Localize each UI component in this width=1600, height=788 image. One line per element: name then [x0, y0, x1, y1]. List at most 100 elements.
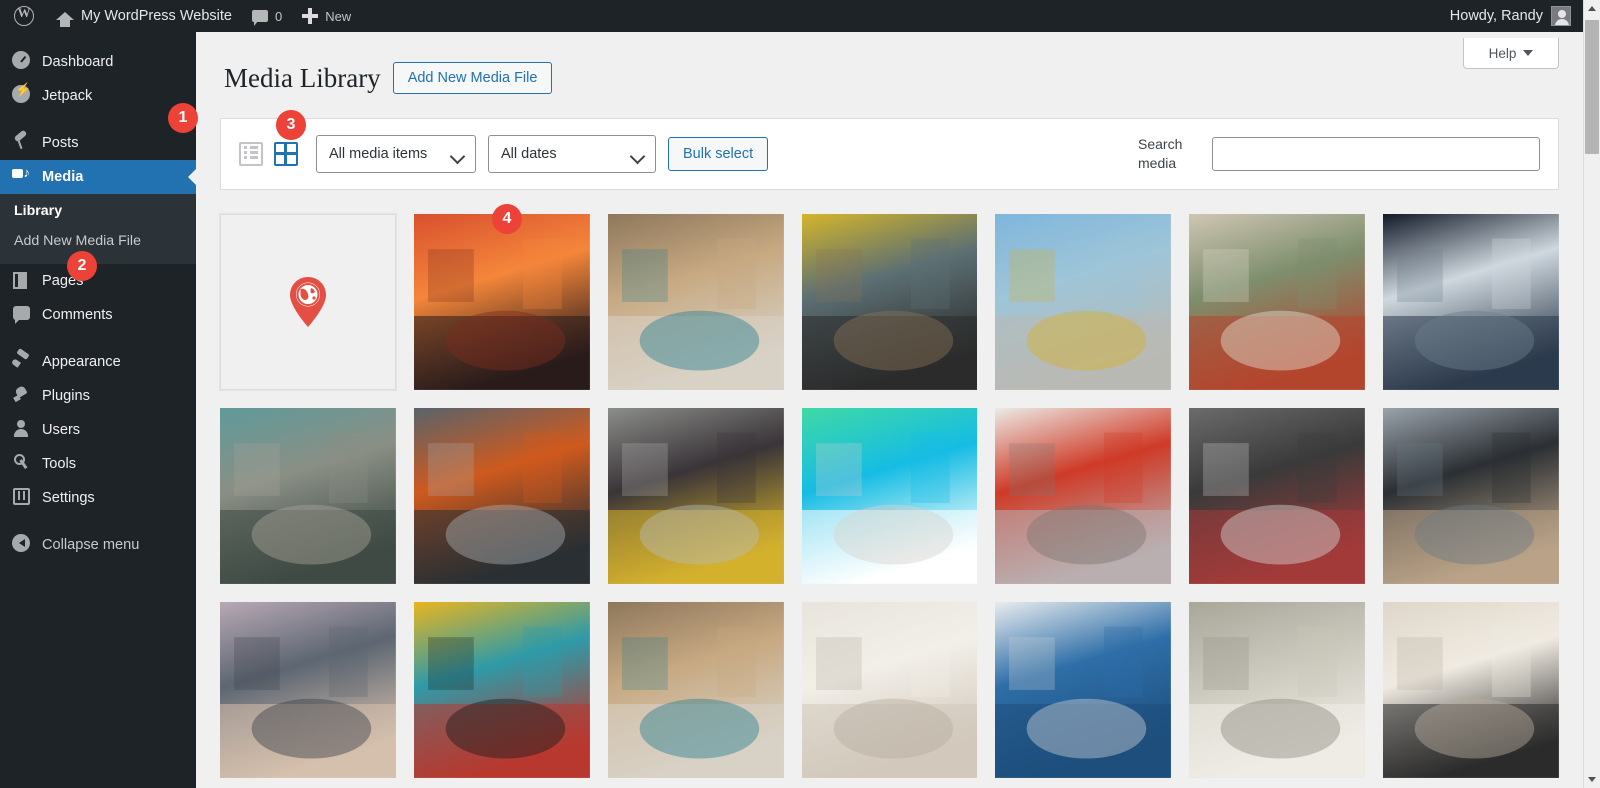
map-pin-globe-icon	[289, 276, 326, 327]
grid-view-icon[interactable]	[274, 142, 298, 166]
media-toolbar: All media items All dates Bulk select Se…	[220, 118, 1559, 190]
site-name-menu[interactable]: My WordPress Website	[46, 0, 242, 32]
sidebar-item-tools[interactable]: Tools	[0, 447, 196, 481]
page-title: Media Library	[224, 62, 381, 93]
media-submenu: Library Add New Media File	[0, 194, 196, 264]
new-content-menu[interactable]: New	[292, 0, 361, 32]
media-thumbnail	[1383, 407, 1559, 584]
bulk-select-button[interactable]: Bulk select	[668, 137, 769, 171]
menu-separator-3	[0, 515, 196, 528]
media-item-15[interactable]	[220, 601, 396, 778]
sidebar-item-dashboard[interactable]: Dashboard	[0, 45, 196, 79]
sidebar-item-label: Tools	[42, 456, 77, 472]
media-item-4[interactable]	[801, 214, 978, 390]
sidebar-item-users[interactable]: Users	[0, 413, 196, 447]
add-new-media-file-button[interactable]: Add New Media File	[392, 62, 553, 94]
page-scrollbar[interactable]	[1583, 0, 1600, 788]
menu-separator-1	[0, 113, 196, 126]
sidebar-item-jetpack[interactable]: Jetpack	[0, 79, 196, 113]
submenu-item-add-new-media-file[interactable]: Add New Media File	[0, 226, 196, 256]
media-item-6[interactable]	[1189, 214, 1366, 390]
media-thumbnail	[801, 601, 978, 778]
sidebar-item-label: Users	[42, 422, 81, 438]
media-thumbnail	[220, 407, 396, 584]
media-item-1[interactable]	[220, 214, 396, 390]
media-item-11[interactable]	[801, 407, 978, 584]
media-thumbnail	[1383, 214, 1559, 390]
media-item-18[interactable]	[801, 601, 978, 778]
help-tab-button[interactable]: Help	[1463, 38, 1559, 69]
home-icon	[56, 12, 74, 27]
scroll-down-arrow-icon[interactable]	[1584, 771, 1600, 788]
search-media-input[interactable]	[1212, 137, 1540, 171]
media-thumbnail	[607, 601, 784, 778]
sidebar-item-label: Settings	[42, 490, 95, 506]
media-thumbnail	[995, 601, 1172, 778]
media-thumbnail	[413, 214, 590, 390]
user-icon	[12, 419, 30, 437]
submenu-item-label: Library	[14, 203, 63, 219]
admin-bar: My WordPress Website 0 New Howdy, Randy	[0, 0, 1583, 32]
media-thumbnail	[1189, 407, 1366, 584]
sidebar-item-comments[interactable]: Comments	[0, 298, 196, 332]
media-item-12[interactable]	[995, 407, 1172, 584]
media-item-2[interactable]	[413, 214, 590, 390]
menu-separator-2	[0, 332, 196, 345]
chevron-down-icon	[1523, 50, 1534, 56]
media-thumbnail	[995, 214, 1172, 390]
plug-icon	[12, 385, 30, 403]
media-grid	[196, 190, 1583, 778]
media-item-3[interactable]	[607, 214, 784, 390]
media-item-7[interactable]	[1383, 214, 1559, 390]
media-item-20[interactable]	[1189, 601, 1366, 778]
dashboard-icon	[12, 51, 30, 69]
admin-sidebar-menu: Dashboard Jetpack Posts Media Library Ad…	[0, 32, 196, 788]
date-filter-wrap: All dates	[488, 135, 656, 173]
media-item-8[interactable]	[220, 407, 396, 584]
media-thumbnail	[801, 407, 978, 584]
jetpack-icon	[12, 82, 31, 103]
date-filter-select[interactable]: All dates	[488, 135, 656, 173]
sidebar-item-appearance[interactable]: Appearance	[0, 345, 196, 379]
sidebar-item-label: Pages	[42, 273, 84, 289]
submenu-item-label: Add New Media File	[14, 233, 141, 249]
media-item-9[interactable]	[413, 407, 590, 584]
media-item-21[interactable]	[1383, 601, 1559, 778]
media-thumbnail	[995, 407, 1172, 584]
my-account-menu[interactable]: Howdy, Randy	[1450, 6, 1583, 26]
sidebar-item-posts[interactable]: Posts	[0, 126, 196, 160]
scrollbar-thumb[interactable]	[1585, 20, 1599, 154]
collapse-menu-label: Collapse menu	[42, 537, 140, 553]
comments-bubble-menu[interactable]: 0	[242, 0, 292, 32]
media-thumbnail	[1383, 601, 1559, 778]
media-item-5[interactable]	[995, 214, 1172, 390]
media-item-10[interactable]	[607, 407, 784, 584]
pin-posts-icon	[12, 132, 30, 150]
media-item-16[interactable]	[413, 601, 590, 778]
sidebar-item-label: Comments	[42, 307, 113, 323]
collapse-arrow-icon	[12, 534, 30, 552]
sidebar-item-plugins[interactable]: Plugins	[0, 379, 196, 413]
sidebar-item-settings[interactable]: Settings	[0, 481, 196, 515]
media-item-19[interactable]	[995, 601, 1172, 778]
list-view-icon[interactable]	[239, 142, 263, 166]
sidebar-item-media[interactable]: Media	[0, 160, 196, 194]
pages-icon	[13, 271, 29, 289]
media-type-filter-select[interactable]: All media items	[316, 135, 476, 173]
media-thumbnail	[413, 407, 590, 584]
scroll-up-arrow-icon[interactable]	[1584, 0, 1600, 17]
comment-bubble-icon	[251, 10, 268, 26]
sliders-icon	[12, 487, 30, 505]
collapse-menu-button[interactable]: Collapse menu	[0, 528, 196, 562]
wordpress-logo-icon	[14, 5, 34, 26]
paintbrush-icon	[12, 351, 30, 369]
sidebar-item-pages[interactable]: Pages	[0, 264, 196, 298]
user-avatar-icon	[1551, 6, 1571, 26]
sidebar-item-label: Posts	[42, 135, 79, 151]
media-item-14[interactable]	[1383, 407, 1559, 584]
sidebar-item-label: Plugins	[42, 388, 90, 404]
media-item-13[interactable]	[1189, 407, 1366, 584]
media-item-17[interactable]	[607, 601, 784, 778]
submenu-item-library[interactable]: Library	[0, 196, 196, 226]
wordpress-logo-menu[interactable]	[0, 0, 46, 32]
